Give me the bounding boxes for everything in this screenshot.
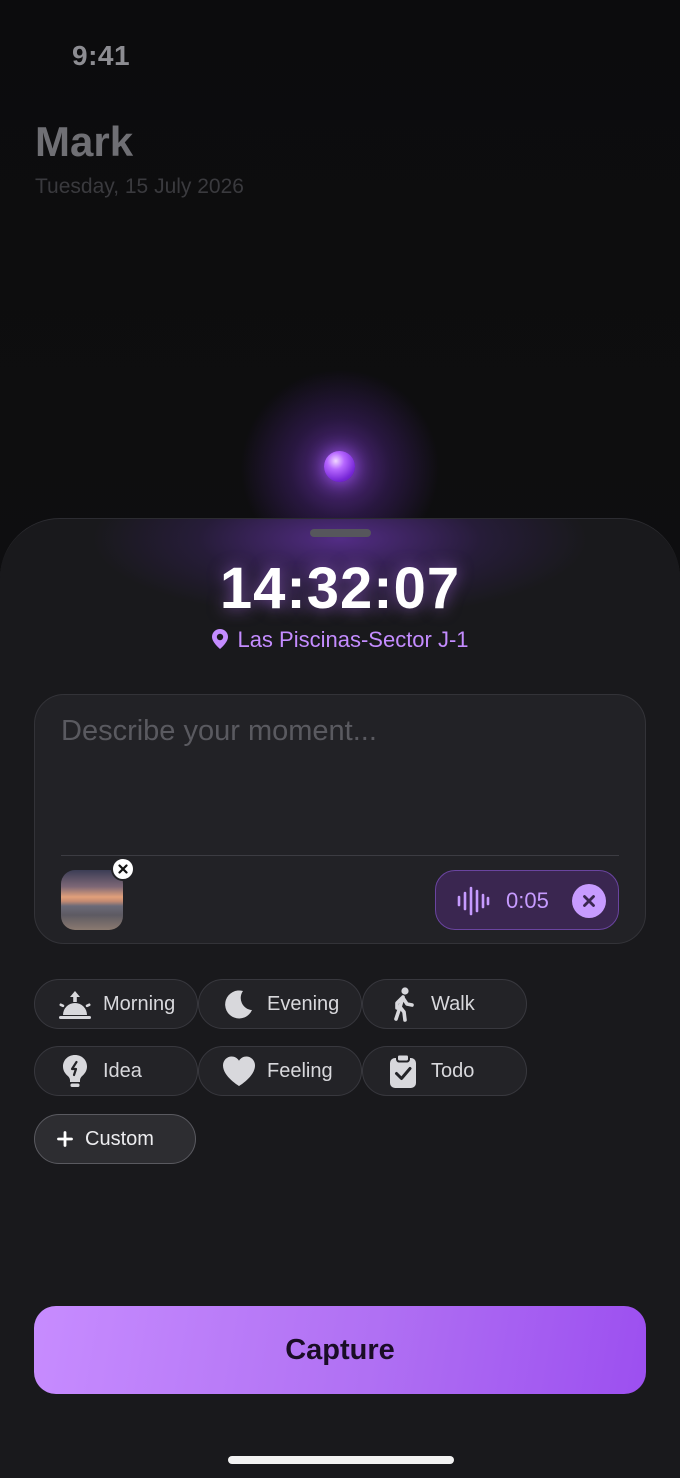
tag-label: Morning (103, 992, 176, 1015)
capture-clock: 14:32:07 (219, 556, 461, 621)
tag-evening[interactable]: Evening (198, 979, 362, 1029)
location-text: Las Piscinas-Sector J-1 (237, 627, 469, 652)
page-date: Tuesday, 15 July 2026 (35, 175, 244, 198)
status-bar-time: 9:41 (72, 40, 131, 71)
lightbulb-icon (55, 1051, 95, 1091)
home-indicator[interactable] (228, 1456, 454, 1464)
sunrise-icon (55, 984, 95, 1024)
tag-label: Todo (431, 1059, 475, 1082)
tag-feeling[interactable]: Feeling (198, 1046, 362, 1096)
tag-label: Feeling (267, 1059, 333, 1082)
plus-icon (55, 1119, 75, 1159)
audio-attachment[interactable]: 0:05 (435, 870, 619, 930)
tag-label: Idea (103, 1059, 142, 1082)
waveform-icon (457, 886, 490, 916)
tag-label: Evening (267, 992, 340, 1015)
location-label[interactable]: Las Piscinas-Sector J-1 (0, 627, 680, 656)
sheet-drag-handle[interactable] (310, 529, 371, 537)
remove-photo-icon[interactable] (111, 857, 135, 881)
input-divider (61, 855, 619, 856)
moment-input-card: 0:05 (34, 694, 646, 944)
capture-button[interactable]: Capture (34, 1306, 646, 1394)
page-title: Mark (35, 118, 134, 165)
heart-icon (219, 1051, 259, 1091)
remove-audio-icon[interactable] (572, 884, 606, 918)
capture-sheet: 14:32:07 Las Piscinas-Sector J-1 0:05 (0, 518, 680, 1478)
tag-todo[interactable]: Todo (362, 1046, 527, 1096)
location-pin-icon (211, 628, 229, 656)
tag-label: Walk (431, 992, 475, 1015)
walking-icon (383, 984, 423, 1024)
tag-walk[interactable]: Walk (362, 979, 527, 1029)
audio-duration: 0:05 (506, 888, 549, 913)
tag-morning[interactable]: Morning (34, 979, 198, 1029)
capture-orb[interactable] (324, 451, 355, 482)
moon-icon (219, 984, 259, 1024)
clipboard-check-icon (383, 1051, 423, 1091)
moment-description-input[interactable] (61, 715, 621, 845)
custom-tag-label: Custom (85, 1127, 154, 1150)
photo-attachment-thumbnail[interactable] (61, 870, 123, 930)
add-custom-tag-button[interactable]: Custom (34, 1114, 196, 1164)
tag-idea[interactable]: Idea (34, 1046, 198, 1096)
